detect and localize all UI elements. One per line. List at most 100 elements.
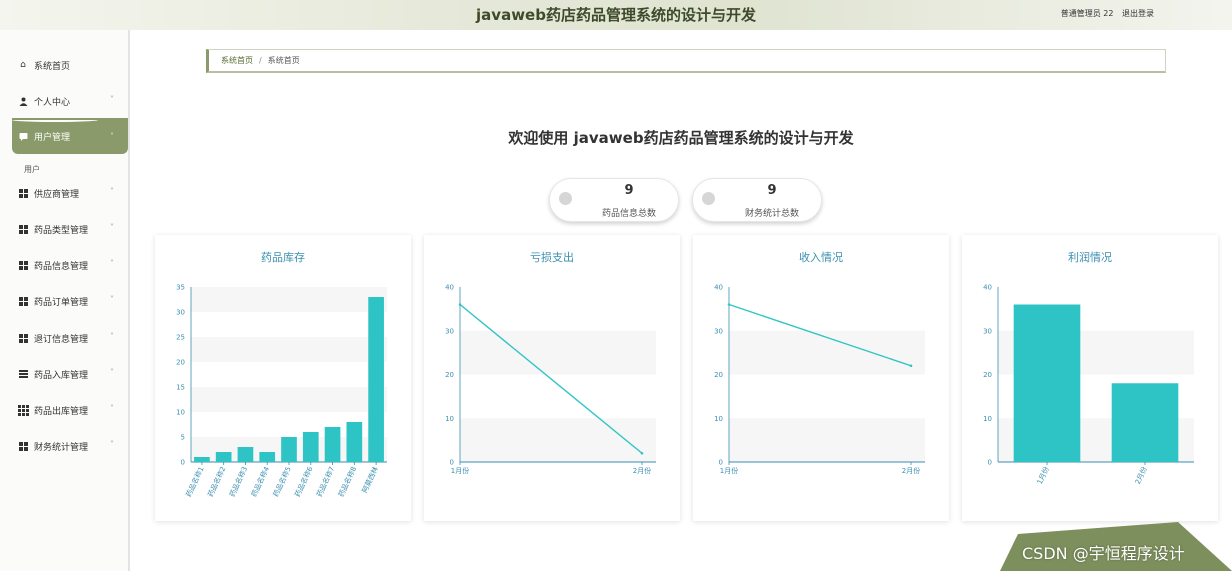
x-tick-label: 药品名称5 xyxy=(271,465,293,498)
chevron-down-icon: ˅ xyxy=(110,187,114,196)
x-tick-label: 药品名称1 xyxy=(184,465,206,498)
watermark: CSDN @宇恒程序设计 xyxy=(1022,544,1185,563)
profit-chart: 0 10 20 30 40 1月份 2月份 xyxy=(983,284,1194,486)
x-tick-label: 1月份 xyxy=(451,466,469,475)
y-tick-label: 30 xyxy=(714,327,723,335)
stat-card-drug-info: 9 药品信息总数 xyxy=(549,178,679,222)
chevron-down-icon: ˅ xyxy=(110,259,114,268)
sidebar-item-0[interactable]: ⌂ 系统首页 xyxy=(12,54,128,76)
sidebar-item-label: 药品订单管理 xyxy=(34,297,89,308)
sidebar-item-10[interactable]: 财务统计管理 ˅ xyxy=(12,435,128,457)
chevron-down-icon: ˅ xyxy=(110,368,114,377)
stat-dot-icon xyxy=(559,192,572,205)
bar xyxy=(215,452,232,462)
bar xyxy=(346,422,363,462)
chevron-down-icon: ˅ xyxy=(110,404,114,413)
data-point xyxy=(458,303,462,306)
loss-chart: 0 10 20 30 40 1月份 2月份 xyxy=(445,284,656,475)
grid-icon xyxy=(18,441,28,451)
stat-value: 9 xyxy=(624,183,634,198)
y-tick-label: 0 xyxy=(988,459,992,467)
breadcrumb-home[interactable]: 系统首页 xyxy=(221,55,253,66)
y-tick-label: 0 xyxy=(181,459,185,467)
grid-band xyxy=(191,387,387,412)
grid-band xyxy=(191,337,387,362)
grid-icon xyxy=(18,260,28,270)
breadcrumb-current: 系统首页 xyxy=(267,56,300,65)
y-tick-label: 10 xyxy=(983,415,992,423)
income-chart: 0 10 20 30 40 1月份 2月份 xyxy=(714,284,925,475)
sidebar-item-8[interactable]: 药品入库管理 ˅ xyxy=(12,363,128,385)
grid-icon xyxy=(18,296,28,306)
y-tick-label: 40 xyxy=(983,284,992,292)
welcome-title: 欢迎使用 javaweb药店药品管理系统的设计与开发 xyxy=(508,129,854,147)
stat-card-finance: 9 财务统计总数 xyxy=(692,178,822,222)
chevron-down-icon: ˅ xyxy=(110,295,114,304)
logout-button[interactable]: 退出登录 xyxy=(1122,9,1154,18)
x-tick-label: 药品名称4 xyxy=(249,465,271,499)
grid-band xyxy=(191,287,387,312)
stat-label: 财务统计总数 xyxy=(744,209,799,219)
stat-value: 9 xyxy=(767,183,777,198)
x-tick-label: 药品名称3 xyxy=(227,465,249,498)
sidebar-item-label: 个人中心 xyxy=(34,97,71,108)
y-tick-label: 20 xyxy=(176,359,185,367)
sidebar-item-label: 药品入库管理 xyxy=(34,370,89,381)
sidebar-item-label: 药品类型管理 xyxy=(34,225,89,236)
grid9-icon xyxy=(17,404,29,416)
sidebar-item-5[interactable]: 药品信息管理 ˅ xyxy=(12,254,128,276)
user-area: 普通管理员 22 退出登录 xyxy=(1055,8,1154,19)
breadcrumb-separator: / xyxy=(259,56,262,65)
sidebar-item-label: 财务统计管理 xyxy=(34,442,89,453)
y-tick-label: 15 xyxy=(176,384,185,392)
bar xyxy=(368,297,384,462)
y-tick-label: 40 xyxy=(714,284,723,292)
active-indicator xyxy=(12,118,98,122)
sidebar-item-9[interactable]: 药品出库管理 ˅ xyxy=(12,399,128,421)
home-icon: ⌂ xyxy=(20,60,26,70)
y-tick-label: 40 xyxy=(445,284,454,292)
grid-band xyxy=(460,330,656,375)
y-tick-label: 10 xyxy=(176,409,185,417)
bar xyxy=(259,452,276,462)
sidebar-item-6[interactable]: 药品订单管理 ˅ xyxy=(12,290,128,312)
x-tick-label: 阿莫西林 xyxy=(360,465,380,494)
y-tick-label: 5 xyxy=(181,434,185,442)
grid-icon xyxy=(18,333,28,343)
chart-card-income: 收入情况 0 10 20 30 40 1月份 2月份 xyxy=(693,235,949,521)
chart-card-loss: 亏损支出 0 10 20 30 40 1月份 2月份 xyxy=(424,235,680,521)
app-title: javaweb药店药品管理系统的设计与开发 xyxy=(476,6,756,24)
sidebar-item-7[interactable]: 退订信息管理 ˅ xyxy=(12,327,128,349)
sidebar-item-label: 系统首页 xyxy=(34,61,71,72)
submenu-item-user[interactable]: 用户 xyxy=(24,164,40,175)
bar xyxy=(281,437,297,462)
sidebar-item-2[interactable]: 用户管理 ˄ xyxy=(12,118,128,154)
x-tick-label: 药品名称7 xyxy=(314,465,336,498)
chat-icon xyxy=(18,131,28,141)
x-tick-label: 药品名称6 xyxy=(293,465,315,499)
stat-dot-icon xyxy=(702,192,715,205)
bar xyxy=(1111,383,1179,462)
sidebar-item-label: 退订信息管理 xyxy=(34,334,89,345)
x-tick-label: 2月份 xyxy=(633,466,651,475)
chevron-down-icon: ˅ xyxy=(110,440,114,449)
sidebar-item-label: 供应商管理 xyxy=(34,189,80,200)
chevron-down-icon: ˅ xyxy=(110,95,114,104)
bar xyxy=(194,457,210,462)
chevron-down-icon: ˅ xyxy=(110,332,114,341)
sidebar-item-label: 用户管理 xyxy=(34,132,71,143)
y-tick-label: 30 xyxy=(445,327,454,335)
sidebar-item-3[interactable]: 供应商管理 ˅ xyxy=(12,182,128,204)
sidebar-item-4[interactable]: 药品类型管理 ˅ xyxy=(12,218,128,240)
data-point xyxy=(727,303,731,306)
sidebar-item-1[interactable]: 个人中心 ˅ xyxy=(12,90,128,112)
chevron-up-icon: ˄ xyxy=(110,132,114,141)
bar xyxy=(237,447,254,462)
bar xyxy=(324,427,341,462)
chevron-down-icon: ˅ xyxy=(110,223,114,232)
list-icon xyxy=(18,369,28,379)
user-label: 普通管理员 22 xyxy=(1060,9,1114,18)
y-tick-label: 10 xyxy=(445,415,454,423)
user-icon xyxy=(18,96,28,106)
grid-icon xyxy=(18,224,28,234)
